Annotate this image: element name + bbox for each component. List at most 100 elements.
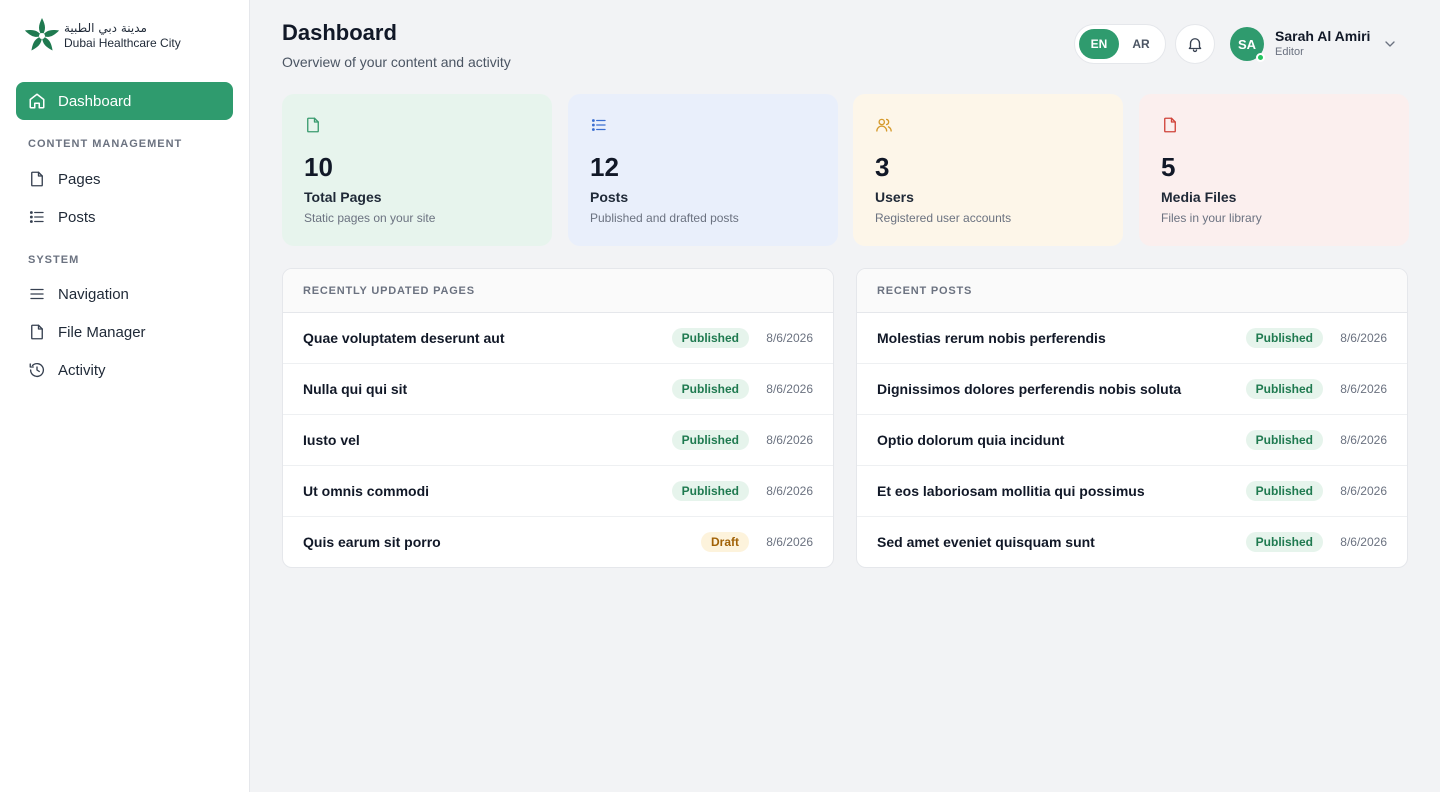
row-date: 8/6/2026 [766,331,813,345]
user-role: Editor [1275,46,1304,58]
stat-label: Posts [590,189,629,205]
stat-description: Files in your library [1161,211,1262,225]
row-title: Dignissimos dolores perferendis nobis so… [877,381,1182,397]
status-badge: Published [1245,430,1323,450]
row-title: Et eos laboriosam mollitia qui possimus [877,483,1145,499]
table-row[interactable]: Quis earum sit porro Draft 8/6/2026 [283,517,833,567]
row-date: 8/6/2026 [766,535,813,549]
star-logo-icon [24,18,60,51]
sidebar-item-navigation[interactable]: Navigation [16,275,233,313]
row-title: Iusto vel [303,432,360,448]
section-label-system: SYSTEM [28,254,80,266]
table-row[interactable]: Optio dolorum quia incidunt Published 8/… [857,415,1407,466]
sidebar-item-posts[interactable]: Posts [16,198,233,236]
sidebar-item-activity[interactable]: Activity [16,351,233,389]
row-date: 8/6/2026 [766,382,813,396]
row-title: Molestias rerum nobis perferendis [877,330,1106,346]
status-badge: Published [671,430,749,450]
row-date: 8/6/2026 [1340,535,1387,549]
brand-name-ar: مدينة دبي الطبية [64,20,147,35]
sidebar-item-label: Navigation [58,285,129,303]
status-badge: Published [1245,532,1323,552]
panel-title: RECENTLY UPDATED PAGES [283,269,833,313]
status-badge: Published [671,328,749,348]
page-subtitle: Overview of your content and activity [282,54,511,70]
lang-ar-button[interactable]: AR [1121,29,1161,59]
table-row[interactable]: Et eos laboriosam mollitia qui possimus … [857,466,1407,517]
stat-card-posts[interactable]: 12 Posts Published and drafted posts [568,94,838,246]
file-icon [28,323,46,341]
brand-logo[interactable]: مدينة دبي الطبية Dubai Healthcare City [24,16,181,56]
online-status-dot [1256,53,1265,62]
row-date: 8/6/2026 [766,484,813,498]
menu-icon [28,285,46,303]
stat-value: 5 [1161,152,1176,182]
row-date: 8/6/2026 [1340,331,1387,345]
lang-en-button[interactable]: EN [1079,29,1119,59]
list-icon [590,116,608,134]
stat-card-users[interactable]: 3 Users Registered user accounts [853,94,1123,246]
row-title: Quae voluptatem deserunt aut [303,330,505,346]
bell-icon [1186,35,1204,53]
sidebar-item-pages[interactable]: Pages [16,160,233,198]
row-date: 8/6/2026 [1340,433,1387,447]
brand-name-en: Dubai Healthcare City [64,35,181,50]
notifications-button[interactable] [1175,24,1215,64]
sidebar-item-label: Activity [58,361,106,379]
language-toggle: EN AR [1074,24,1166,64]
list-icon [28,208,46,226]
stat-description: Static pages on your site [304,211,436,225]
page-title: Dashboard [282,20,397,45]
sidebar-item-label: Posts [58,208,96,226]
users-icon [875,116,893,134]
table-row[interactable]: Quae voluptatem deserunt aut Published 8… [283,313,833,364]
user-name: Sarah Al Amiri [1275,28,1371,44]
row-date: 8/6/2026 [766,433,813,447]
section-label-content: CONTENT MANAGEMENT [28,138,183,150]
status-badge: Published [671,379,749,399]
stat-description: Registered user accounts [875,211,1012,225]
stat-label: Users [875,189,914,205]
panel-title: RECENT POSTS [857,269,1407,313]
stat-value: 10 [304,152,333,182]
recent-pages-panel: RECENTLY UPDATED PAGES Quae voluptatem d… [282,268,834,568]
table-row[interactable]: Molestias rerum nobis perferendis Publis… [857,313,1407,364]
sidebar-item-label: Dashboard [58,92,132,110]
status-badge: Published [1245,328,1323,348]
table-row[interactable]: Ut omnis commodi Published 8/6/2026 [283,466,833,517]
stat-description: Published and drafted posts [590,211,739,225]
sidebar-item-label: File Manager [58,323,146,341]
stat-value: 3 [875,152,890,182]
home-icon [28,92,46,110]
row-title: Optio dolorum quia incidunt [877,432,1065,448]
chevron-down-icon [1382,36,1400,54]
row-title: Quis earum sit porro [303,534,441,550]
status-badge: Published [671,481,749,501]
sidebar-item-file-manager[interactable]: File Manager [16,313,233,351]
sidebar-item-label: Pages [58,170,101,188]
row-title: Ut omnis commodi [303,483,430,499]
row-date: 8/6/2026 [1340,484,1387,498]
table-row[interactable]: Sed amet eveniet quisquam sunt Published… [857,517,1407,567]
status-badge: Published [1245,481,1323,501]
table-row[interactable]: Iusto vel Published 8/6/2026 [283,415,833,466]
sidebar-item-dashboard[interactable]: Dashboard [16,82,233,120]
stat-label: Total Pages [304,189,382,205]
stat-card-media[interactable]: 5 Media Files Files in your library [1139,94,1409,246]
stat-value: 12 [590,152,619,182]
row-title: Sed amet eveniet quisquam sunt [877,534,1095,550]
stat-card-pages[interactable]: 10 Total Pages Static pages on your site [282,94,552,246]
status-badge: Draft [700,532,749,552]
user-menu[interactable]: SA Sarah Al Amiri Editor [1230,26,1406,62]
table-row[interactable]: Nulla qui qui sit Published 8/6/2026 [283,364,833,415]
history-icon [28,361,46,379]
file-icon [304,116,322,134]
row-title: Nulla qui qui sit [303,381,408,397]
table-row[interactable]: Dignissimos dolores perferendis nobis so… [857,364,1407,415]
stat-label: Media Files [1161,189,1237,205]
recent-posts-panel: RECENT POSTS Molestias rerum nobis perfe… [856,268,1408,568]
status-badge: Published [1245,379,1323,399]
file-icon [28,170,46,188]
sidebar: مدينة دبي الطبية Dubai Healthcare City D… [0,0,250,792]
row-date: 8/6/2026 [1340,382,1387,396]
